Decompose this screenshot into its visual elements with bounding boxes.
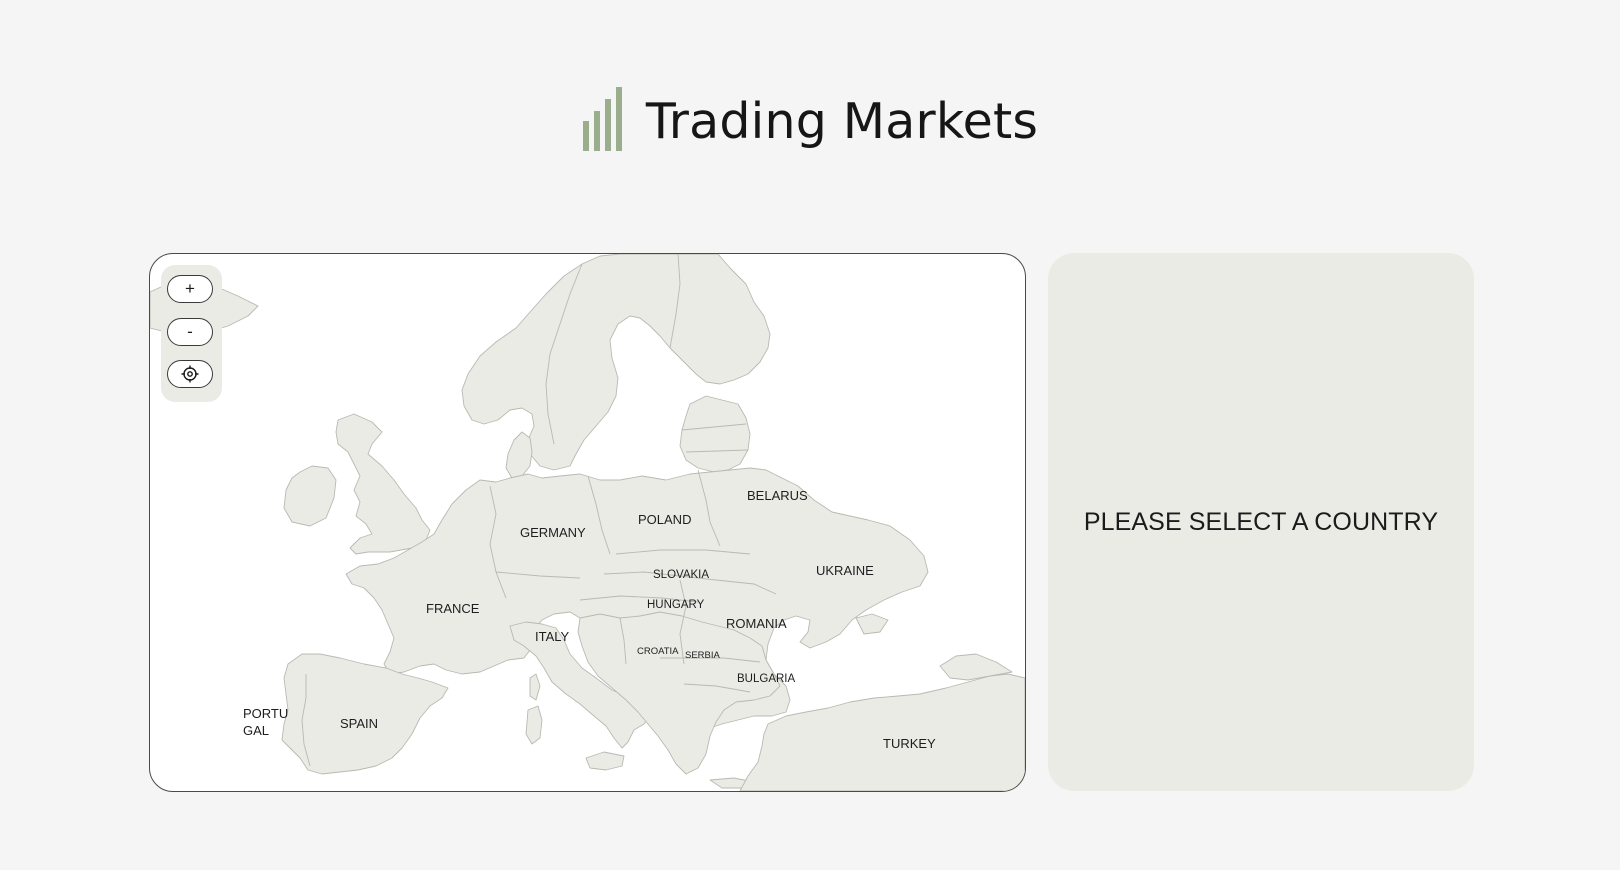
map-canvas[interactable] [150,254,1025,791]
zoom-out-button[interactable]: - [167,318,213,346]
country-denmark[interactable] [505,431,533,479]
page-header: Trading Markets [0,76,1620,166]
select-country-message: PLEASE SELECT A COUNTRY [1083,507,1439,536]
recenter-button[interactable] [167,360,213,388]
map-controls: + - [161,265,222,402]
region-crimea[interactable] [855,613,889,635]
page-title: Trading Markets [645,92,1039,150]
zoom-in-button[interactable]: + [167,275,213,303]
bar-chart-icon [582,87,622,151]
country-uk[interactable] [335,413,431,555]
crosshair-icon [181,365,199,383]
island-sicily[interactable] [585,751,625,771]
country-baltics[interactable] [679,395,751,473]
country-ireland[interactable] [283,465,337,527]
island-sardinia[interactable] [525,705,543,745]
island-corsica[interactable] [529,673,541,701]
europe-map[interactable]: GERMANY POLAND BELARUS UKRAINE SLOVAKIA … [149,253,1026,792]
country-info-panel: PLEASE SELECT A COUNTRY [1048,253,1474,791]
